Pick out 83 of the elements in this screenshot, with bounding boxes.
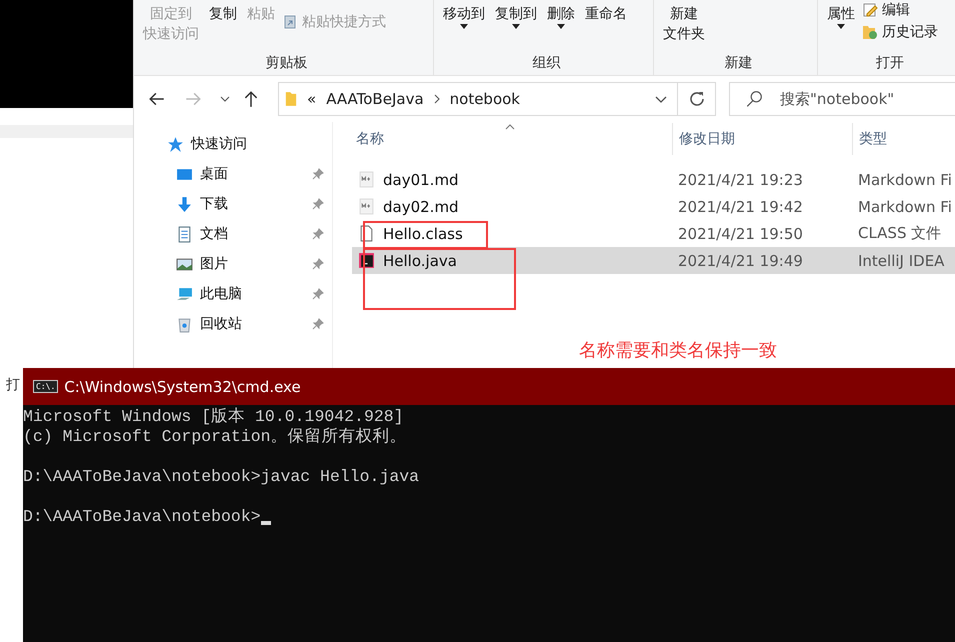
group-label: 剪贴板 — [266, 54, 308, 72]
chevron-down-icon[interactable] — [220, 96, 230, 102]
refresh-button[interactable] — [678, 82, 716, 116]
file-name: day02.md — [383, 198, 459, 216]
caret-icon — [557, 24, 565, 29]
sort-caret-icon — [505, 124, 515, 130]
pictures-icon — [176, 256, 193, 272]
ribbon-button[interactable]: 重命名 — [582, 0, 630, 28]
column-header[interactable]: 类型 — [852, 123, 955, 155]
column-header[interactable]: 修改日期 — [672, 123, 852, 155]
search-icon — [745, 90, 763, 108]
search-field[interactable]: 搜索"notebook" — [729, 82, 955, 116]
pin-icon[interactable] — [312, 168, 324, 180]
chevron-right-icon — [434, 94, 440, 104]
ribbon-button[interactable]: 新建 文件夹 — [660, 0, 708, 48]
ribbon-button[interactable]: 复制 — [206, 0, 240, 28]
recycle-icon — [176, 316, 193, 332]
terminal-line: (c) Microsoft Corporation。保留所有权利。 — [23, 427, 407, 447]
pin-icon[interactable] — [312, 318, 324, 330]
column-header[interactable]: 名称 — [352, 123, 672, 155]
date-cell-text: 2021/4/21 19:42 — [677, 198, 804, 216]
date-cell-text: 2021/4/21 19:50 — [677, 224, 804, 242]
file-name: day01.md — [383, 170, 459, 188]
markdown-file-icon — [358, 198, 375, 215]
shortcut-icon — [282, 14, 298, 30]
type-cell-text: IntelliJ IDEA — [857, 252, 946, 270]
nav-item[interactable]: 桌面 — [134, 159, 332, 189]
file-row[interactable]: Hello.java 2021/4/21 19:49 IntelliJ IDEA — [352, 247, 955, 274]
annotation-text: 名称需要和类名保持一致 — [579, 339, 777, 362]
partial-text: 打 — [6, 376, 20, 394]
type-cell-text: Markdown Fi — [857, 198, 953, 216]
group-label: 打开 — [876, 54, 904, 72]
nav-item[interactable]: 此电脑 — [134, 279, 332, 309]
file-name: Hello.class — [383, 224, 463, 242]
nav-item[interactable]: 快速访问 — [134, 129, 332, 159]
ribbon-button[interactable]: 编辑 — [862, 1, 938, 19]
caret-icon — [460, 24, 468, 29]
pin-icon[interactable] — [312, 228, 324, 240]
breadcrumb[interactable]: notebook — [450, 90, 520, 108]
download-icon — [176, 196, 193, 212]
ribbon-button[interactable]: 删除 — [544, 0, 578, 33]
window-title: C:\Windows\System32\cmd.exe — [64, 378, 301, 396]
back-icon[interactable] — [148, 90, 166, 108]
file-row[interactable]: day02.md 2021/4/21 19:42 Markdown Fi — [352, 193, 955, 220]
console-icon: C:\. — [33, 380, 58, 393]
nav-item[interactable]: 下载 — [134, 189, 332, 219]
computer-icon — [176, 286, 193, 302]
markdown-file-icon — [358, 171, 375, 188]
forward-icon[interactable] — [184, 90, 202, 108]
type-cell-text: Markdown Fi — [857, 170, 953, 188]
terminal-line: D:\AAAToBeJava\notebook>javac Hello.java — [23, 467, 420, 487]
up-icon[interactable] — [242, 90, 260, 108]
breadcrumb[interactable]: AAAToBeJava — [326, 90, 424, 108]
nav-item[interactable]: 回收站 — [134, 309, 332, 339]
file-row[interactable]: day01.md 2021/4/21 19:23 Markdown Fi — [352, 166, 955, 193]
pin-icon[interactable] — [312, 198, 324, 210]
date-cell-text: 2021/4/21 19:49 — [677, 252, 804, 270]
nav-item[interactable]: 图片 — [134, 249, 332, 279]
type-cell-text: CLASS 文件 — [857, 224, 942, 243]
file-name: Hello.java — [383, 252, 457, 270]
caret-icon — [837, 24, 845, 29]
folder-icon — [285, 90, 297, 108]
terminal-line: Microsoft Windows [版本 10.0.19042.928] — [23, 407, 404, 427]
star-icon — [167, 136, 184, 152]
terminal-line: D:\AAAToBeJava\notebook> — [23, 507, 261, 527]
refresh-icon — [688, 91, 704, 107]
file-row[interactable]: Hello.class 2021/4/21 19:50 CLASS 文件 — [352, 220, 955, 247]
history-icon — [862, 24, 878, 40]
ribbon-button[interactable]: 复制到 — [492, 0, 540, 33]
ribbon-button[interactable]: 历史记录 — [862, 23, 938, 41]
pin-icon[interactable] — [312, 258, 324, 270]
group-label: 新建 — [724, 54, 752, 72]
ribbon-button[interactable]: 移动到 — [440, 0, 488, 33]
overflow-chevron[interactable]: « — [307, 90, 316, 108]
group-label: 组织 — [532, 54, 560, 72]
pin-icon[interactable] — [312, 288, 324, 300]
ribbon-button[interactable]: 属性 — [824, 0, 858, 33]
address-bar[interactable]: « AAAToBeJava notebook — [278, 82, 678, 116]
caret-icon — [512, 24, 520, 29]
chevron-down-icon[interactable] — [655, 96, 667, 102]
documents-icon — [176, 226, 193, 242]
date-cell-text: 2021/4/21 19:23 — [677, 170, 804, 188]
nav-item[interactable]: 文档 — [134, 219, 332, 249]
